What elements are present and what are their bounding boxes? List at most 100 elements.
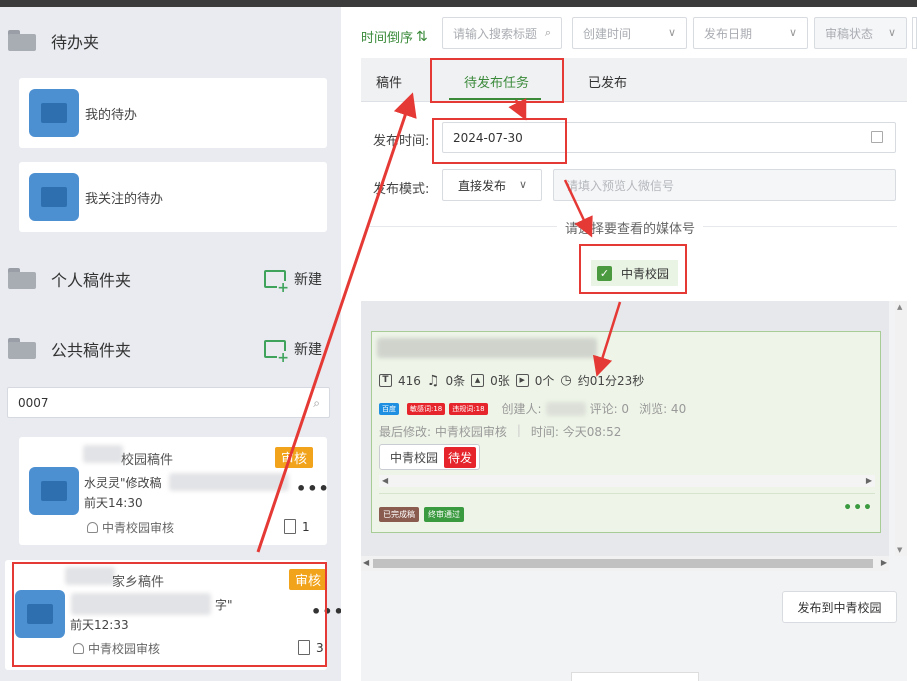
sidebar: 待办夹 我的待办 我关注的待办 个人稿件夹 新建 公共稿件夹 新建 0007 ⌕… — [0, 7, 344, 681]
main-area: 时间倒序 ⇅ 请输入搜索标题 ⌕ 创建时间 ∨ 发布日期 ∨ 审稿状态 ∨ 稿件… — [341, 7, 917, 681]
create-time-select[interactable]: 创建时间 ∨ — [572, 17, 687, 49]
document-icon — [298, 640, 310, 655]
publish-date-select[interactable]: 发布日期 ∨ — [693, 17, 808, 49]
doc-card-selected[interactable]: 家乡稿件 审核 字" ••• 前天12:33 中青校园审核 3 — [5, 560, 344, 670]
window-top-bar — [0, 0, 917, 7]
article-list: T 416 ♫ 0条 ▲ 0张 ▶ 0个 ◷ 约01分23秒 百度 敏感词:18… — [361, 301, 889, 556]
more-menu-icon[interactable]: ••• — [296, 479, 330, 498]
tab-drafts[interactable]: 稿件 — [376, 72, 402, 91]
chevron-down-icon: ∨ — [518, 178, 527, 191]
media-chip[interactable]: 中青校园 待发 — [379, 444, 481, 470]
scroll-up-icon[interactable]: ▲ — [897, 303, 902, 311]
tab-pending-publish[interactable]: 待发布任务 — [464, 72, 529, 91]
article-card[interactable]: T 416 ♫ 0条 ▲ 0张 ▶ 0个 ◷ 约01分23秒 百度 敏感词:18… — [371, 331, 881, 533]
tag-sensitive: 敏感词:18 — [407, 402, 446, 415]
user-icon — [87, 522, 98, 533]
folder-search-input[interactable]: 0007 ⌕ — [7, 387, 330, 418]
doc-user: 中青校园审核 — [87, 519, 174, 536]
horizontal-scrollbar[interactable]: ◀ ▶ — [361, 556, 889, 571]
doc-count-value: 1 — [302, 519, 310, 534]
vertical-scrollbar[interactable]: ▲ ▼ — [895, 301, 907, 556]
review-status-select[interactable]: 审稿状态 ∨ — [814, 17, 907, 49]
video-icon: ▶ — [515, 374, 529, 387]
create-time-label: 创建时间 — [583, 26, 632, 41]
tab-published[interactable]: 已发布 — [588, 72, 627, 91]
doc-desc: 字" — [215, 598, 233, 612]
personal-new-button[interactable]: 新建 — [264, 269, 322, 295]
creator-label: 创建人: — [501, 402, 542, 416]
public-folder-header[interactable]: 公共稿件夹 — [8, 337, 131, 361]
toolbar-overflow — [912, 17, 917, 49]
audio-count: 0条 — [445, 374, 466, 388]
tag-baidu: 百度 — [379, 402, 399, 415]
bottom-handle — [571, 672, 699, 681]
doc-desc: 水灵灵"修改稿 — [84, 476, 162, 490]
sort-toggle[interactable]: 时间倒序 ⇅ — [361, 27, 428, 47]
calendar-icon[interactable] — [871, 131, 883, 143]
scroll-left-icon[interactable]: ◀ — [363, 558, 369, 567]
public-folder-label: 公共稿件夹 — [51, 341, 132, 360]
folder-icon — [8, 338, 36, 360]
doc-user: 中青校园审核 — [73, 640, 160, 657]
redacted-creator — [545, 401, 586, 416]
search-icon[interactable]: ⌕ — [545, 26, 551, 40]
scroll-left-icon[interactable]: ◀ — [382, 476, 388, 485]
publish-time-label: 发布时间: — [373, 134, 430, 149]
scroll-right-icon[interactable]: ▶ — [866, 476, 872, 485]
publish-button[interactable]: 发布到中青校园 — [782, 591, 897, 623]
scroll-down-icon[interactable]: ▼ — [897, 546, 902, 554]
document-icon — [284, 519, 296, 534]
folder-icon — [29, 173, 79, 221]
search-icon[interactable]: ⌕ — [313, 396, 320, 411]
clock-icon: ◷ — [560, 373, 572, 388]
add-folder-icon — [264, 340, 289, 365]
folder-icon — [8, 268, 36, 290]
folder-icon — [8, 30, 36, 52]
scroll-right-icon[interactable]: ▶ — [881, 558, 887, 567]
redacted-text — [83, 445, 123, 463]
doc-count-value: 3 — [316, 640, 324, 655]
publish-time-value: 2024-07-30 — [453, 130, 523, 145]
media-checkbox-label: 中青校园 — [621, 266, 670, 281]
edit-time: 时间: 今天08:52 — [530, 425, 622, 439]
todo-item-followed[interactable]: 我关注的待办 — [19, 162, 327, 232]
scroll-thumb[interactable] — [373, 559, 873, 568]
personal-folder-label: 个人稿件夹 — [51, 271, 132, 290]
divider — [379, 493, 875, 494]
folder-icon — [29, 467, 79, 515]
scrollbar[interactable] — [897, 118, 907, 301]
tag-violation: 违规词:18 — [449, 402, 488, 415]
doc-card[interactable]: 校园稿件 审核 水灵灵"修改稿 ••• 前天14:30 中青校园审核 1 — [19, 437, 330, 545]
media-hint: 请选择要查看的媒体号 — [557, 218, 704, 237]
publish-mode-select[interactable]: 直接发布 ∨ — [442, 169, 542, 201]
publish-time-input[interactable]: 2024-07-30 — [442, 122, 896, 153]
comment-count: 评论: 0 — [589, 402, 630, 416]
media-checkbox-zqxy[interactable]: ✓ 中青校园 — [591, 260, 678, 286]
task-panel: 稿件 待发布任务 已发布 发布时间: 2024-07-30 发布模式: 直接发布… — [361, 58, 907, 681]
doc-title: 校园稿件 — [121, 453, 174, 468]
redacted-text — [71, 593, 211, 615]
tab-bar: 稿件 待发布任务 已发布 — [361, 58, 907, 102]
public-new-button[interactable]: 新建 — [264, 339, 322, 365]
doc-time: 前天14:30 — [84, 496, 143, 510]
doc-user-label: 中青校园审核 — [102, 521, 175, 535]
more-menu-icon[interactable]: ••• — [843, 500, 873, 516]
checkbox-checked-icon[interactable]: ✓ — [597, 265, 612, 281]
status-badge: 审核 — [289, 569, 327, 590]
todo-item-mine[interactable]: 我的待办 — [19, 78, 327, 148]
publish-mode-value: 直接发布 — [458, 178, 507, 193]
todo-folder-header[interactable]: 待办夹 — [8, 29, 99, 53]
preview-wechat-input[interactable]: 请填入预览人微信号 — [553, 169, 896, 201]
text-icon: T — [379, 374, 392, 387]
redacted-text — [65, 567, 115, 585]
card-scrollbar[interactable]: ◀ ▶ — [379, 475, 875, 487]
search-title-input[interactable]: 请输入搜索标题 ⌕ — [442, 17, 562, 49]
music-icon: ♫ — [426, 372, 440, 389]
video-count: 0个 — [534, 374, 555, 388]
more-menu-icon[interactable]: ••• — [311, 602, 345, 621]
publish-date-label: 发布日期 — [704, 26, 753, 41]
status-badge-done: 已完成稿 — [379, 507, 419, 522]
media-chip-name: 中青校园 — [390, 450, 439, 465]
personal-folder-header[interactable]: 个人稿件夹 — [8, 267, 131, 291]
todo-item-label: 我关注的待办 — [85, 191, 164, 207]
